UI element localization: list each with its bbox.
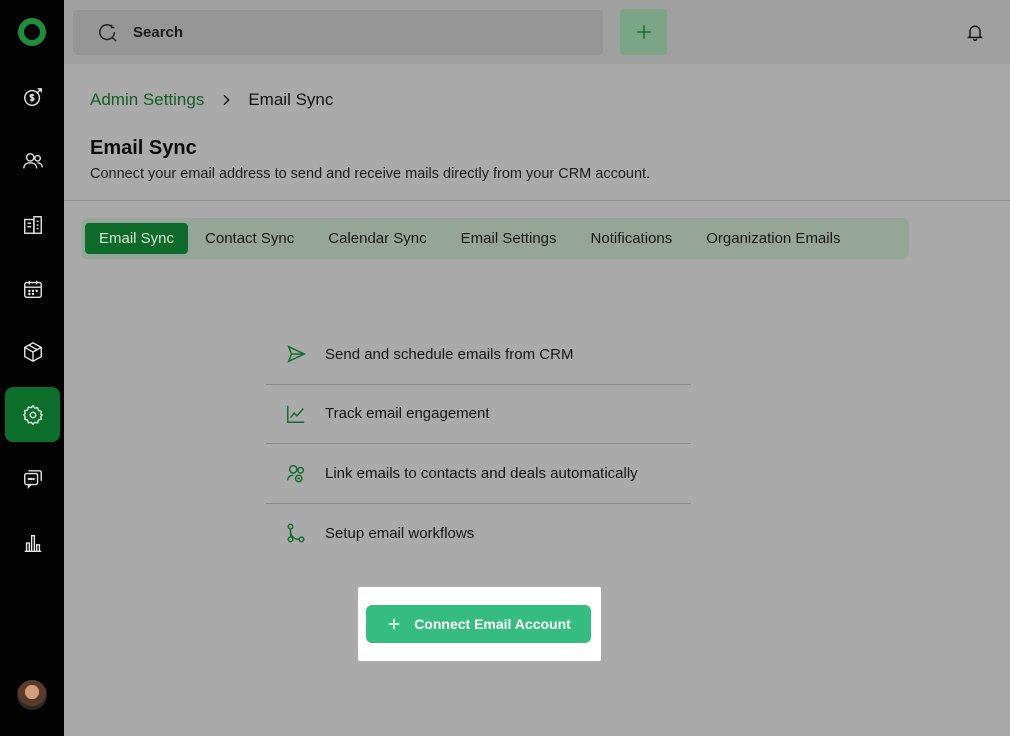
workflow-icon xyxy=(287,523,305,543)
breadcrumb-current: Email Sync xyxy=(248,90,334,109)
notifications-button[interactable] xyxy=(965,22,985,42)
sidebar-item-settings[interactable] xyxy=(5,387,60,442)
page-title: Email Sync xyxy=(90,137,197,159)
add-button[interactable] xyxy=(620,9,667,55)
tab-bar: Email Sync Contact Sync Calendar Sync Em… xyxy=(81,218,909,259)
tab-contact-sync[interactable]: Contact Sync xyxy=(188,223,311,254)
breadcrumb: Admin Settings Email Sync xyxy=(90,90,333,110)
chat-icon xyxy=(23,469,42,489)
top-bar: Search xyxy=(64,0,1010,64)
users-link-icon xyxy=(287,465,305,483)
chevron-right-icon xyxy=(218,92,234,108)
cta-highlight: Connect Email Account xyxy=(358,587,601,661)
list-item: Setup email workflows xyxy=(266,504,691,564)
tab-email-sync[interactable]: Email Sync xyxy=(85,223,189,254)
sidebar-item-deals[interactable] xyxy=(5,69,60,124)
tab-organization-emails[interactable]: Organization Emails xyxy=(689,223,857,254)
products-icon xyxy=(23,341,42,362)
tab-notifications[interactable]: Notifications xyxy=(574,223,690,254)
deals-icon xyxy=(23,87,42,106)
settings-icon xyxy=(22,404,43,425)
breadcrumb-admin-settings[interactable]: Admin Settings xyxy=(90,90,204,110)
sidebar-item-calendar[interactable] xyxy=(5,261,60,316)
calendar-icon xyxy=(23,280,42,298)
contacts-icon xyxy=(22,152,43,168)
sidebar-item-chat[interactable] xyxy=(5,451,60,506)
list-item: Send and schedule emails from CRM xyxy=(266,325,691,385)
reports-icon xyxy=(24,534,41,552)
user-avatar[interactable] xyxy=(17,680,47,710)
plus-icon xyxy=(388,618,400,630)
search-input[interactable]: Search xyxy=(73,10,603,55)
chart-line-icon xyxy=(287,405,305,423)
page-subtitle: Connect your email address to send and r… xyxy=(90,166,651,182)
sidebar xyxy=(0,0,64,736)
bell-icon xyxy=(967,25,983,41)
sidebar-item-products[interactable] xyxy=(5,324,60,379)
companies-icon xyxy=(23,215,42,234)
list-item: Track email engagement xyxy=(266,385,691,444)
search-icon xyxy=(99,23,117,42)
header-divider xyxy=(64,200,1010,201)
send-icon xyxy=(287,345,306,364)
tab-calendar-sync[interactable]: Calendar Sync xyxy=(311,223,443,254)
plus-icon xyxy=(636,25,651,39)
feature-list: Send and schedule emails from CRM Track … xyxy=(266,325,691,563)
search-placeholder: Search xyxy=(133,24,184,41)
sidebar-item-companies[interactable] xyxy=(5,197,60,252)
tab-email-settings[interactable]: Email Settings xyxy=(444,223,574,254)
connect-email-account-button[interactable]: Connect Email Account xyxy=(366,605,591,643)
list-item: Link emails to contacts and deals automa… xyxy=(266,444,691,504)
app-logo[interactable] xyxy=(17,17,47,47)
sidebar-item-reports[interactable] xyxy=(5,515,60,570)
sidebar-item-contacts[interactable] xyxy=(5,133,60,188)
